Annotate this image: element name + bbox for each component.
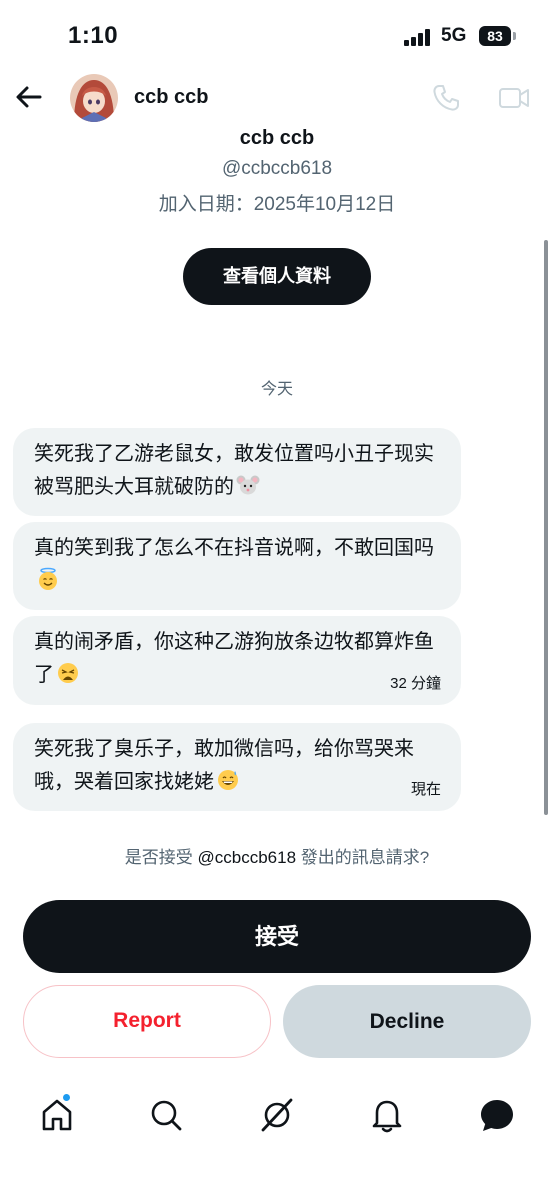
grok-icon: [261, 1098, 293, 1132]
message-text: 笑死我了乙游老鼠女，敢发位置吗小丑子现实被骂肥头大耳就破防的: [34, 443, 434, 498]
accept-button[interactable]: 接受: [23, 900, 531, 973]
battery-tip: [513, 32, 516, 40]
call-button[interactable]: [430, 82, 462, 114]
battery-icon: 83: [479, 26, 511, 46]
notification-dot: [62, 1093, 71, 1102]
weary-face-icon: [58, 663, 78, 683]
nav-search[interactable]: [146, 1095, 186, 1135]
back-button[interactable]: [12, 80, 46, 114]
nav-messages[interactable]: [477, 1095, 517, 1135]
search-icon: [151, 1100, 182, 1131]
message-text: 真的笑到我了怎么不在抖音说啊，不敢回国吗: [34, 537, 434, 559]
phone-icon: [433, 85, 459, 111]
message-request-prompt: 是否接受 @ccbccb618 發出的訊息請求?: [0, 843, 554, 868]
mouse-face-icon: [236, 475, 260, 495]
signal-icon: [404, 28, 436, 46]
view-profile-button[interactable]: 查看個人資料: [183, 248, 371, 305]
status-bar: 1:10 5G 83: [0, 0, 554, 70]
video-icon: [499, 88, 529, 108]
message-text: 真的闹矛盾，你这种乙游狗放条边牧都算炸鱼了: [34, 631, 434, 686]
home-icon: [42, 1099, 72, 1131]
bottom-nav: [0, 1085, 554, 1145]
avatar[interactable]: [70, 74, 118, 122]
conversation-header: ccb ccb: [0, 70, 554, 126]
message-timestamp: 現在: [410, 781, 441, 798]
notifications-icon: [372, 1100, 402, 1133]
video-call-button[interactable]: [497, 82, 531, 114]
message-timestamp: 32 分鐘: [390, 675, 441, 692]
message-bubble[interactable]: 真的闹矛盾，你这种乙游狗放条边牧都算炸鱼了 32 分鐘: [13, 616, 461, 705]
decline-button[interactable]: Decline: [283, 985, 531, 1058]
messages-icon: [481, 1100, 513, 1131]
scrollbar[interactable]: [544, 240, 548, 815]
message-bubble[interactable]: 笑死我了臭乐子，敢加微信吗，给你骂哭来哦，哭着回家找姥姥 現在: [13, 723, 461, 811]
request-prefix: 是否接受: [124, 848, 193, 867]
nav-grok[interactable]: [257, 1095, 297, 1135]
message-bubble[interactable]: 真的笑到我了怎么不在抖音说啊，不敢回国吗: [13, 522, 461, 610]
request-handle[interactable]: @ccbccb618: [198, 848, 297, 867]
profile-handle: @ccbccb618: [221, 158, 333, 179]
nav-notifications[interactable]: [367, 1095, 407, 1135]
network-type: 5G: [441, 25, 467, 46]
profile-name: ccb ccb: [239, 127, 315, 149]
request-suffix: 發出的訊息請求?: [300, 848, 430, 867]
arrow-left-icon: [16, 86, 42, 108]
nav-home[interactable]: [37, 1095, 77, 1135]
smiling-face-with-halo-icon: [39, 567, 57, 590]
status-time: 1:10: [68, 22, 119, 49]
grinning-face-with-sweat-icon: [218, 770, 238, 790]
header-name[interactable]: ccb ccb: [134, 86, 208, 109]
report-button[interactable]: Report: [23, 985, 271, 1058]
profile-joined-date: 加入日期：2025年10月12日: [158, 194, 396, 215]
date-separator: 今天: [260, 381, 293, 398]
message-bubble[interactable]: 笑死我了乙游老鼠女，敢发位置吗小丑子现实被骂肥头大耳就破防的: [13, 428, 461, 516]
